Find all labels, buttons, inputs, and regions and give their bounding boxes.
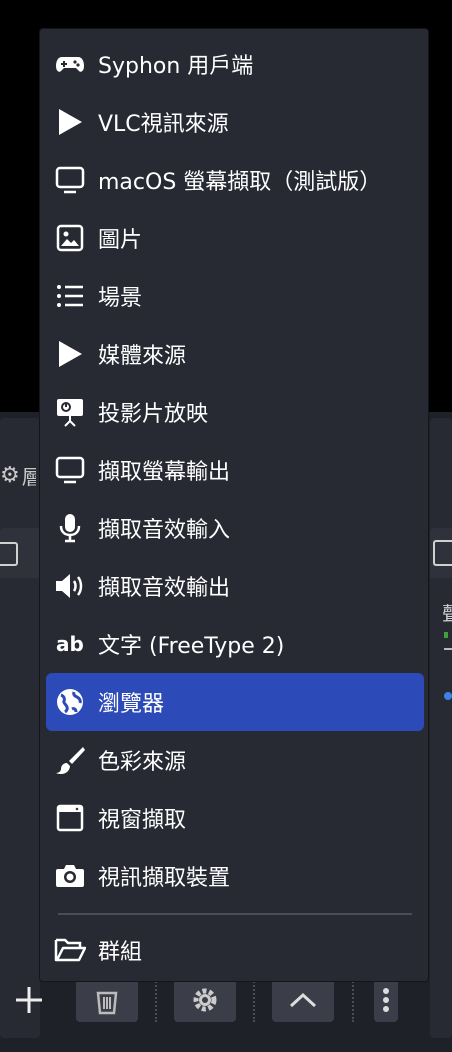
folder-open-icon xyxy=(54,934,86,966)
add-source-button[interactable] xyxy=(0,978,58,1022)
globe-icon xyxy=(54,686,86,718)
menu-item[interactable]: 視窗擷取 xyxy=(46,789,424,847)
monitor-icon xyxy=(54,164,86,196)
menu-item[interactable]: 擷取音效輸出 xyxy=(46,557,424,615)
menu-item-label: 視窗擷取 xyxy=(98,808,187,833)
menu-item[interactable]: macOS 螢幕擷取（測試版） xyxy=(46,151,424,209)
menu-item-label: 圖片 xyxy=(98,228,143,253)
menu-item-label: macOS 螢幕擷取（測試版） xyxy=(98,170,382,195)
image-icon xyxy=(54,222,86,254)
menu-divider xyxy=(58,913,412,915)
toolbar-separator xyxy=(155,978,157,1022)
list-icon xyxy=(54,280,86,312)
menu-item-label: 擷取音效輸出 xyxy=(98,576,231,601)
plus-icon xyxy=(16,987,42,1013)
chevron-up-icon xyxy=(289,992,317,1008)
window-icon xyxy=(54,802,86,834)
source-properties-button[interactable] xyxy=(174,978,236,1022)
more-options-button[interactable] xyxy=(374,978,398,1022)
menu-item-label: 色彩來源 xyxy=(98,750,187,775)
slideshow-icon xyxy=(54,396,86,428)
gamepad-icon xyxy=(54,48,86,80)
scenes-dock xyxy=(0,418,40,1038)
menu-item[interactable]: 擷取音效輸入 xyxy=(46,499,424,557)
menu-item-label: VLC視訊來源 xyxy=(98,112,229,137)
more-vertical-icon xyxy=(383,988,389,1012)
menu-item-label: 群組 xyxy=(98,940,143,965)
menu-item-label: 視訊擷取裝置 xyxy=(98,866,231,891)
menu-item[interactable]: 色彩來源 xyxy=(46,731,424,789)
menu-item[interactable]: 視訊擷取裝置 xyxy=(46,847,424,905)
play-icon xyxy=(54,338,86,370)
speaker-icon xyxy=(54,570,86,602)
remove-source-button[interactable] xyxy=(76,978,138,1022)
toolbar-separator xyxy=(253,978,255,1022)
menu-item[interactable]: 圖片 xyxy=(46,209,424,267)
menu-item-label: 投影片放映 xyxy=(98,402,209,427)
menu-item[interactable]: 媒體來源 xyxy=(46,325,424,383)
menu-item[interactable]: 瀏覽器 xyxy=(46,673,424,731)
menu-item[interactable]: 場景 xyxy=(46,267,424,325)
gear-icon: ⚙ xyxy=(0,462,20,488)
add-source-menu: Syphon 用戶端 VLC視訊來源 macOS 螢幕擷取（測試版） 圖片場景媒體來源… xyxy=(39,28,429,982)
play-icon xyxy=(54,106,86,138)
move-up-button[interactable] xyxy=(272,978,334,1022)
volume-meter xyxy=(444,632,448,638)
mixer-channel: 聲 xyxy=(442,598,452,700)
mixer-header xyxy=(430,528,452,578)
menu-item-label: 瀏覽器 xyxy=(98,692,165,717)
svg-text:ab: ab xyxy=(56,632,84,656)
paintbrush-icon xyxy=(54,744,86,776)
trash-icon xyxy=(96,991,118,1015)
microphone-icon xyxy=(54,512,86,544)
window-icon xyxy=(0,542,18,566)
scenes-dock-title-label: 層 xyxy=(21,464,36,489)
audio-mixer-dock xyxy=(430,418,452,1038)
camera-icon xyxy=(54,860,86,892)
menu-item-label: Syphon 用戶端 xyxy=(98,54,254,79)
toolbar-separator xyxy=(352,978,354,1022)
scenes-dock-title: ⚙ 層 xyxy=(0,452,40,498)
gear-icon xyxy=(193,988,217,1012)
menu-item-label: 擷取螢幕輸出 xyxy=(98,460,231,485)
volume-dash xyxy=(444,648,452,650)
menu-item-label: 媒體來源 xyxy=(98,344,187,369)
window-icon xyxy=(433,540,452,566)
menu-item-label: 文字 (FreeType 2) xyxy=(98,634,285,659)
menu-item[interactable]: ab 文字 (FreeType 2) xyxy=(46,615,424,673)
menu-item[interactable]: VLC視訊來源 xyxy=(46,93,424,151)
volume-slider-handle[interactable] xyxy=(444,692,452,700)
menu-item[interactable]: Syphon 用戶端 xyxy=(46,35,424,93)
menu-item-group[interactable]: 群組 xyxy=(46,921,424,979)
menu-item[interactable]: 投影片放映 xyxy=(46,383,424,441)
menu-item-label: 擷取音效輸入 xyxy=(98,518,231,543)
scenes-list-header xyxy=(0,528,40,578)
menu-item-label: 場景 xyxy=(98,286,143,311)
menu-item[interactable]: 擷取螢幕輸出 xyxy=(46,441,424,499)
monitor-icon xyxy=(54,454,86,486)
mixer-channel-label: 聲 xyxy=(442,598,452,627)
text-ab-icon: ab xyxy=(54,628,86,660)
